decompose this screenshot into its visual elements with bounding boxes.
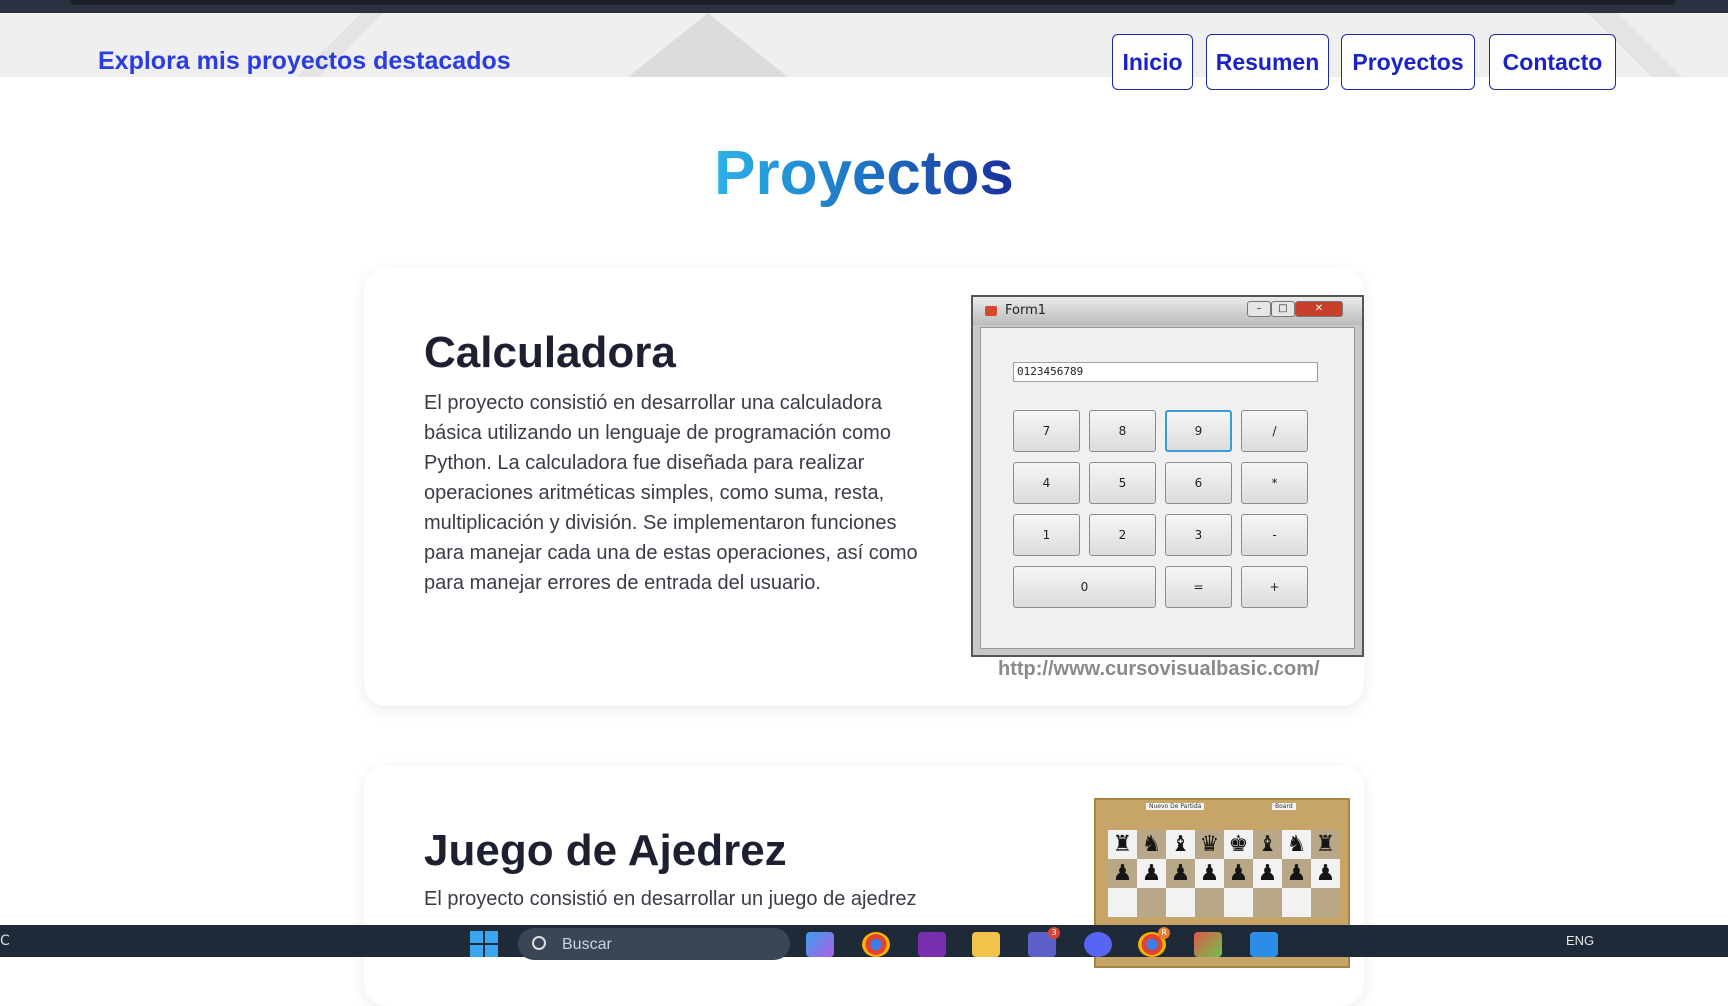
chess-pawn-icon: ♟ [1311,859,1340,888]
chess-pawn-icon: ♟ [1166,859,1195,888]
chess-square [1108,888,1137,917]
file-explorer-icon[interactable] [972,932,1000,957]
image-watermark: http://www.cursovisualbasic.com/ [998,658,1320,680]
calc-key-2: 2 [1089,514,1156,556]
nav-proyectos-button[interactable]: Proyectos [1341,34,1475,90]
chess-square [1195,888,1224,917]
chess-knight-icon: ♞ [1137,830,1166,859]
calc-key-add: + [1241,566,1308,608]
chess-pawn-icon: ♟ [1195,859,1224,888]
chess-pawn-icon: ♟ [1282,859,1311,888]
calc-key-7: 7 [1013,410,1080,452]
taskbar-search-placeholder: Buscar [562,936,612,953]
chess-queen-icon: ♛ [1195,830,1224,859]
calc-key-5: 5 [1089,462,1156,504]
chess-label-board: Board [1272,803,1296,810]
chess-king-icon: ♚ [1224,830,1253,859]
calc-key-divide: / [1241,410,1308,452]
chess-bishop-icon: ♝ [1166,830,1195,859]
chess-square [1311,888,1340,917]
calc-key-subtract: - [1241,514,1308,556]
project-title: Calculadora [424,328,676,377]
calc-key-6: 6 [1165,462,1232,504]
calculator-display: 0123456789 [1013,362,1318,382]
chess-pawn-icon: ♟ [1137,859,1166,888]
calc-key-0: 0 [1013,566,1156,608]
vscode-icon[interactable] [1250,932,1278,957]
teams-badge: 3 [1048,927,1060,939]
taskbar-search[interactable]: Buscar [518,928,790,960]
chess-square [1253,888,1282,917]
window-title: Form1 [1005,303,1047,318]
copilot-icon[interactable] [806,932,834,957]
header-decoration [628,13,788,77]
chess-bishop-icon: ♝ [1253,830,1282,859]
calc-key-3: 3 [1165,514,1232,556]
calc-key-1: 1 [1013,514,1080,556]
maximize-icon: □ [1271,301,1295,317]
chess-square [1224,888,1253,917]
chess-rook-icon: ♜ [1311,830,1340,859]
discord-icon[interactable] [1084,932,1112,957]
project-card-calculadora: Calculadora El proyecto consistió en des… [364,268,1364,706]
app-icon[interactable] [1194,932,1222,957]
app-icon [985,306,997,316]
project-description: El proyecto consistió en desarrollar un … [424,888,917,910]
project-title: Juego de Ajedrez [424,826,787,875]
calculator-screenshot: Form1 – □ ✕ 0123456789 7 8 9 / 4 5 6 * 1… [971,295,1364,657]
browser-top-strip [0,0,1728,13]
onenote-icon[interactable] [918,932,946,957]
chess-label-new-game: Nuevo De Partida [1146,803,1205,810]
section-title: Proyectos [714,139,1014,208]
site-brand[interactable]: Explora mis proyectos destacados [98,47,511,76]
nav-inicio-button[interactable]: Inicio [1112,34,1193,90]
chrome-icon[interactable] [862,932,890,957]
chrome-profile-badge: R [1158,927,1170,939]
chess-square [1282,888,1311,917]
chess-board: ♜ ♞ ♝ ♛ ♚ ♝ ♞ ♜ ♟ ♟ ♟ ♟ ♟ ♟ ♟ ♟ [1108,830,1340,917]
nav-contacto-button[interactable]: Contacto [1489,34,1616,90]
window-titlebar: Form1 – □ ✕ [973,297,1362,325]
taskbar-left-text: C [0,933,10,949]
chess-rook-icon: ♜ [1108,830,1137,859]
chess-pawn-icon: ♟ [1224,859,1253,888]
os-taskbar: C Buscar ENG 3 R [0,925,1728,960]
calc-key-multiply: * [1241,462,1308,504]
calc-key-4: 4 [1013,462,1080,504]
calc-key-8: 8 [1089,410,1156,452]
language-indicator[interactable]: ENG [1566,933,1594,948]
project-description: El proyecto consistió en desarrollar una… [424,392,918,594]
search-icon [532,936,546,950]
minimize-icon: – [1247,301,1271,317]
chess-knight-icon: ♞ [1282,830,1311,859]
calc-key-9: 9 [1165,410,1232,452]
windows-start-icon[interactable] [470,931,500,957]
window-client: 0123456789 7 8 9 / 4 5 6 * 1 2 3 - 0 = + [980,327,1355,649]
project-card-ajedrez: Juego de Ajedrez El proyecto consistió e… [364,766,1364,1006]
chess-square [1137,888,1166,917]
chess-square [1166,888,1195,917]
calc-key-equals: = [1165,566,1232,608]
close-icon: ✕ [1295,301,1343,317]
nav-resumen-button[interactable]: Resumen [1206,34,1329,90]
chess-pawn-icon: ♟ [1253,859,1282,888]
chess-pawn-icon: ♟ [1108,859,1137,888]
